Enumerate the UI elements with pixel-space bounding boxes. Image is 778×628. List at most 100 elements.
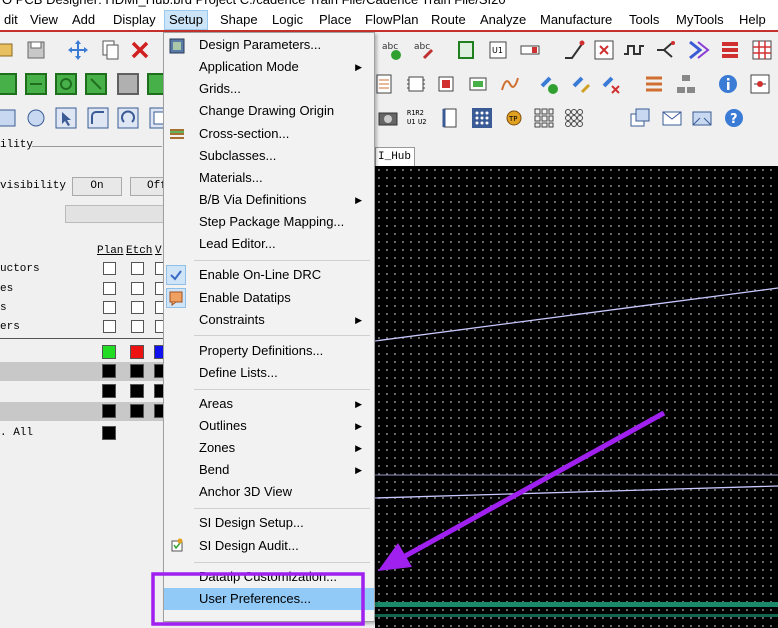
menu-constraints[interactable]: Constraints ▶ [164,309,374,331]
green-chip-4-icon[interactable] [84,72,108,96]
green-chip-3-icon[interactable] [54,72,78,96]
menu-si-design-setup[interactable]: SI Design Setup... [164,512,374,534]
info-icon[interactable] [716,72,740,96]
menu-view[interactable]: View [26,10,62,30]
color-swatch-black[interactable] [130,364,144,378]
dot-grid-icon[interactable] [470,106,494,130]
menu-design-parameters[interactable]: Design Parameters... [164,34,374,56]
menu-enable-datatips[interactable]: Enable Datatips [164,287,374,309]
color-swatch-red[interactable] [130,345,144,359]
pin-circles-icon[interactable] [562,106,586,130]
menu-add[interactable]: Add [68,10,99,30]
menu-subclasses[interactable]: Subclasses... [164,145,374,167]
menu-datatip-customization[interactable]: Datatip Customization... [164,566,374,588]
abc-add-icon[interactable]: abc [380,38,404,62]
checkbox[interactable] [131,282,144,295]
green-chip-2-icon[interactable] [24,72,48,96]
network-icon[interactable] [674,72,698,96]
arc-icon[interactable] [86,106,110,130]
green-chip-1-icon[interactable] [0,72,18,96]
color-swatch-black[interactable] [130,404,144,418]
menu-grids[interactable]: Grids... [164,78,374,100]
help-icon[interactable]: ? [722,106,746,130]
checkbox[interactable] [103,282,116,295]
menu-setup[interactable]: Setup [164,10,208,30]
menu-flowplan[interactable]: FlowPlan [361,10,422,30]
color-swatch-all[interactable] [102,426,116,440]
menu-zones[interactable]: Zones ▶ [164,437,374,459]
u1-icon[interactable]: U1 [486,38,510,62]
design-canvas[interactable] [375,166,778,628]
menu-route[interactable]: Route [427,10,470,30]
open-icon[interactable] [0,38,24,62]
menu-shape[interactable]: Shape [216,10,262,30]
rect-select-icon[interactable] [0,106,18,130]
route-icon[interactable] [562,38,586,62]
ic-red-icon[interactable] [434,72,458,96]
menu-bend[interactable]: Bend ▶ [164,459,374,481]
menu-manufacture[interactable]: Manufacture [536,10,616,30]
link-edit-icon[interactable] [568,72,592,96]
menu-place[interactable]: Place [315,10,356,30]
delete-icon[interactable] [128,38,152,62]
menu-outlines[interactable]: Outlines ▶ [164,415,374,437]
menu-property-definitions[interactable]: Property Definitions... [164,340,374,362]
add-connect-icon[interactable] [592,38,616,62]
list-icon[interactable] [642,72,666,96]
menu-enable-online-drc[interactable]: Enable On-Line DRC [164,264,374,286]
filter-field[interactable] [65,205,165,223]
windows-icon[interactable] [628,106,652,130]
menu-help[interactable]: Help [735,10,770,30]
menu-display[interactable]: Display [109,10,160,30]
mail-icon[interactable] [690,106,714,130]
move-icon[interactable] [66,38,90,62]
on-button[interactable]: On [72,177,122,196]
menu-define-lists[interactable]: Define Lists... [164,362,374,384]
menu-logic[interactable]: Logic [268,10,307,30]
undo-arc-icon[interactable] [116,106,140,130]
book-icon[interactable] [438,106,462,130]
menu-change-drawing-origin[interactable]: Change Drawing Origin [164,100,374,122]
circle-icon[interactable] [24,106,48,130]
chevron-route-icon[interactable] [686,38,710,62]
checkbox[interactable] [131,301,144,314]
color-swatch-black[interactable] [130,384,144,398]
menu-anchor-3d-view[interactable]: Anchor 3D View [164,481,374,503]
menu-tools[interactable]: Tools [625,10,663,30]
pin-grid-icon[interactable] [532,106,556,130]
design-tab[interactable]: I_Hub [375,147,415,166]
resistor-icon[interactable] [518,38,542,62]
doc-icon[interactable] [372,72,396,96]
checkbox[interactable] [103,301,116,314]
color-swatch-black[interactable] [102,384,116,398]
checkbox[interactable] [103,320,116,333]
menu-materials[interactable]: Materials... [164,167,374,189]
menu-cross-section[interactable]: Cross-section... [164,123,374,145]
gray-chip-icon[interactable] [116,72,140,96]
color-swatch-green[interactable] [102,345,116,359]
waveform-icon[interactable] [622,38,646,62]
ratsnest-icon[interactable] [498,72,522,96]
checkbox[interactable] [131,262,144,275]
off-button[interactable]: Off [130,177,167,196]
chip-green-icon[interactable] [466,72,490,96]
menu-application-mode[interactable]: Application Mode ▶ [164,56,374,78]
checkbox[interactable] [131,320,144,333]
menu-lead-editor[interactable]: Lead Editor... [164,233,374,255]
menu-bb-via-definitions[interactable]: B/B Via Definitions ▶ [164,189,374,211]
menu-step-package-mapping[interactable]: Step Package Mapping... [164,211,374,233]
measure-icon[interactable] [748,72,772,96]
checkbox[interactable] [103,262,116,275]
save-icon[interactable] [24,38,48,62]
color-swatch-black[interactable] [102,364,116,378]
color-swatch-black[interactable] [102,404,116,418]
tp-icon[interactable]: TP [502,106,526,130]
split-icon[interactable] [654,38,678,62]
camera-icon[interactable] [376,106,400,130]
pointer-icon[interactable] [54,106,78,130]
menu-si-design-audit[interactable]: SI Design Audit... [164,535,374,557]
abc-edit-icon[interactable]: abc [412,38,436,62]
copy-icon[interactable] [98,38,122,62]
menu-analyze[interactable]: Analyze [476,10,530,30]
menu-mytools[interactable]: MyTools [672,10,728,30]
